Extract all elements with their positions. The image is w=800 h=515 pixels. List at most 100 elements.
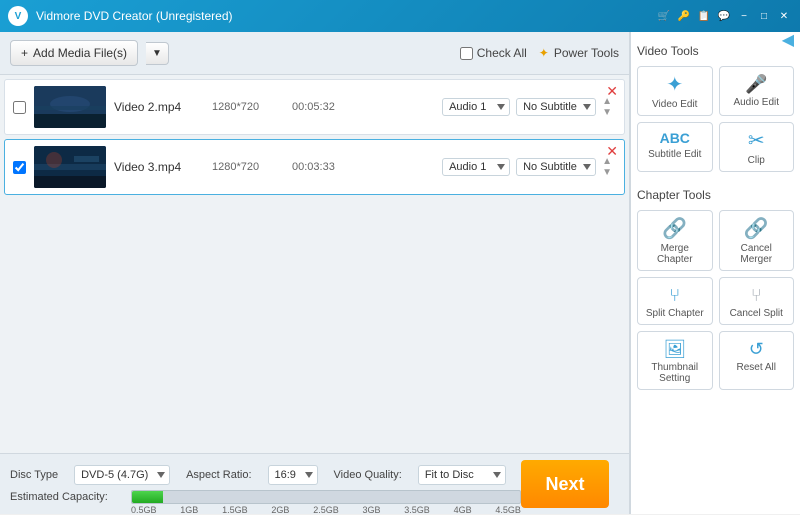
plus-icon: + <box>21 46 28 60</box>
main-container: + Add Media File(s) ▼ Check All ✦ Power … <box>0 32 800 514</box>
app-title: Vidmore DVD Creator (Unregistered) <box>36 9 656 23</box>
cancel-merger-icon: 🔗 <box>744 219 769 239</box>
tick-8: 4.5GB <box>495 505 521 515</box>
tick-0: 0.5GB <box>131 505 157 515</box>
video-list: Video 2.mp4 1280*720 00:05:32 Audio 1 Au… <box>0 75 629 453</box>
add-media-label: Add Media File(s) <box>33 46 127 60</box>
video-1-audio-select[interactable]: Audio 1 Audio 2 <box>442 98 510 116</box>
thumbnail-setting-button[interactable]: 🖼 Thumbnail Setting <box>637 331 713 390</box>
capacity-progress-fill <box>132 491 163 503</box>
clipboard-icon[interactable]: 📋 <box>696 8 712 24</box>
split-chapter-button[interactable]: ⑂ Split Chapter <box>637 277 713 325</box>
cancel-split-label: Cancel Split <box>730 308 783 319</box>
capacity-row: Estimated Capacity: 0.5GB 1GB 1.5GB 2GB … <box>10 490 521 504</box>
check-all-checkbox[interactable] <box>460 47 473 60</box>
subtitle-edit-label: Subtitle Edit <box>648 149 701 160</box>
audio-edit-label: Audio Edit <box>733 97 779 108</box>
video-edit-icon: ✦ <box>666 75 683 95</box>
video-tools-grid: ✦ Video Edit 🎤 Audio Edit ABC Subtitle E… <box>637 66 794 172</box>
toolbar: + Add Media File(s) ▼ Check All ✦ Power … <box>0 32 629 75</box>
chat-icon[interactable]: 💬 <box>716 8 732 24</box>
check-all-text: Check All <box>477 46 527 60</box>
video-1-resolution: 1280*720 <box>212 101 284 113</box>
tick-4: 2.5GB <box>313 505 339 515</box>
video-item-1: Video 2.mp4 1280*720 00:05:32 Audio 1 Au… <box>4 79 625 135</box>
power-tools-icon: ✦ <box>539 46 549 60</box>
power-tools-label: Power Tools <box>554 46 619 60</box>
video-1-thumbnail <box>34 86 106 128</box>
video-quality-select[interactable]: Fit to Disc High Quality Standard <box>418 465 506 485</box>
video-2-close[interactable]: ✕ <box>606 144 618 158</box>
disc-type-label: Disc Type <box>10 469 58 481</box>
add-media-dropdown[interactable]: ▼ <box>146 42 169 65</box>
minimize-icon[interactable]: − <box>736 8 752 24</box>
capacity-ticks: 0.5GB 1GB 1.5GB 2GB 2.5GB 3GB 3.5GB 4GB … <box>131 505 521 515</box>
next-button[interactable]: Next <box>521 460 609 508</box>
window-controls[interactable]: 🛒 🔑 📋 💬 − □ ✕ <box>656 8 792 24</box>
video-2-checkbox[interactable] <box>13 161 26 174</box>
video-1-subtitle-select[interactable]: No Subtitle Subtitle <box>516 98 596 116</box>
subtitle-edit-button[interactable]: ABC Subtitle Edit <box>637 122 713 172</box>
aspect-ratio-select[interactable]: 16:9 4:3 <box>268 465 318 485</box>
tick-1: 1GB <box>180 505 198 515</box>
thumbnail-setting-icon: 🖼 <box>663 340 686 358</box>
video-edit-button[interactable]: ✦ Video Edit <box>637 66 713 116</box>
video-2-controls: Audio 1 Audio 2 No Subtitle Subtitle ▲ ▼ <box>442 156 616 178</box>
capacity-progress-bg <box>131 490 521 504</box>
tick-5: 3GB <box>362 505 380 515</box>
merge-chapter-button[interactable]: 🔗 Merge Chapter <box>637 210 713 271</box>
key-icon[interactable]: 🔑 <box>676 8 692 24</box>
right-panel: ◀ Video Tools ✦ Video Edit 🎤 Audio Edit … <box>630 32 800 514</box>
cart-icon[interactable]: 🛒 <box>656 8 672 24</box>
reset-all-icon: ↺ <box>749 340 764 358</box>
video-item-2: Video 3.mp4 1280*720 00:03:33 Audio 1 Au… <box>4 139 625 195</box>
video-2-order-arrows[interactable]: ▲ ▼ <box>602 156 612 178</box>
maximize-icon[interactable]: □ <box>756 8 772 24</box>
tick-2: 1.5GB <box>222 505 248 515</box>
video-2-subtitle-select[interactable]: No Subtitle Subtitle <box>516 158 596 176</box>
chapter-tools-title: Chapter Tools <box>637 188 794 202</box>
settings-row: Disc Type DVD-5 (4.7G) DVD-9 (8.5G) Aspe… <box>10 465 521 485</box>
split-chapter-label: Split Chapter <box>646 308 704 319</box>
video-1-name: Video 2.mp4 <box>114 100 204 114</box>
audio-edit-button[interactable]: 🎤 Audio Edit <box>719 66 795 116</box>
clip-icon: ✂ <box>748 131 765 151</box>
video-1-duration: 00:05:32 <box>292 101 347 113</box>
bottom-area: Disc Type DVD-5 (4.7G) DVD-9 (8.5G) Aspe… <box>0 453 629 514</box>
split-chapter-icon: ⑂ <box>669 286 680 304</box>
estimated-capacity-label: Estimated Capacity: <box>10 491 125 503</box>
video-2-thumbnail <box>34 146 106 188</box>
disc-type-select[interactable]: DVD-5 (4.7G) DVD-9 (8.5G) <box>74 465 170 485</box>
close-icon[interactable]: ✕ <box>776 8 792 24</box>
app-logo: V <box>8 6 28 26</box>
cancel-split-button[interactable]: ⑂ Cancel Split <box>719 277 795 325</box>
video-1-close[interactable]: ✕ <box>606 84 618 98</box>
video-1-checkbox[interactable] <box>13 101 26 114</box>
video-1-order-arrows[interactable]: ▲ ▼ <box>602 96 612 118</box>
aspect-ratio-label: Aspect Ratio: <box>186 469 251 481</box>
video-2-name: Video 3.mp4 <box>114 160 204 174</box>
toolbar-right: Check All ✦ Power Tools <box>460 46 619 60</box>
thumbnail-setting-label: Thumbnail Setting <box>642 362 708 384</box>
video-edit-label: Video Edit <box>652 99 697 110</box>
power-tools-button[interactable]: ✦ Power Tools <box>539 46 619 60</box>
video-2-audio-select[interactable]: Audio 1 Audio 2 <box>442 158 510 176</box>
check-all-label[interactable]: Check All <box>460 46 527 60</box>
merge-chapter-icon: 🔗 <box>662 219 687 239</box>
tick-7: 4GB <box>454 505 472 515</box>
merge-chapter-label: Merge Chapter <box>642 243 708 265</box>
disc-capacity-wrapper: Disc Type DVD-5 (4.7G) DVD-9 (8.5G) Aspe… <box>10 465 521 504</box>
collapse-icon[interactable]: ◀ <box>782 32 794 50</box>
tick-3: 2GB <box>271 505 289 515</box>
add-media-button[interactable]: + Add Media File(s) <box>10 40 138 66</box>
cancel-merger-button[interactable]: 🔗 Cancel Merger <box>719 210 795 271</box>
title-bar: V Vidmore DVD Creator (Unregistered) 🛒 🔑… <box>0 0 800 32</box>
clip-button[interactable]: ✂ Clip <box>719 122 795 172</box>
reset-all-button[interactable]: ↺ Reset All <box>719 331 795 390</box>
video-quality-label: Video Quality: <box>334 469 402 481</box>
video-2-resolution: 1280*720 <box>212 161 284 173</box>
video-1-controls: Audio 1 Audio 2 No Subtitle Subtitle ▲ ▼ <box>442 96 616 118</box>
cancel-split-icon: ⑂ <box>751 286 762 304</box>
audio-edit-icon: 🎤 <box>745 75 767 93</box>
video-2-duration: 00:03:33 <box>292 161 347 173</box>
